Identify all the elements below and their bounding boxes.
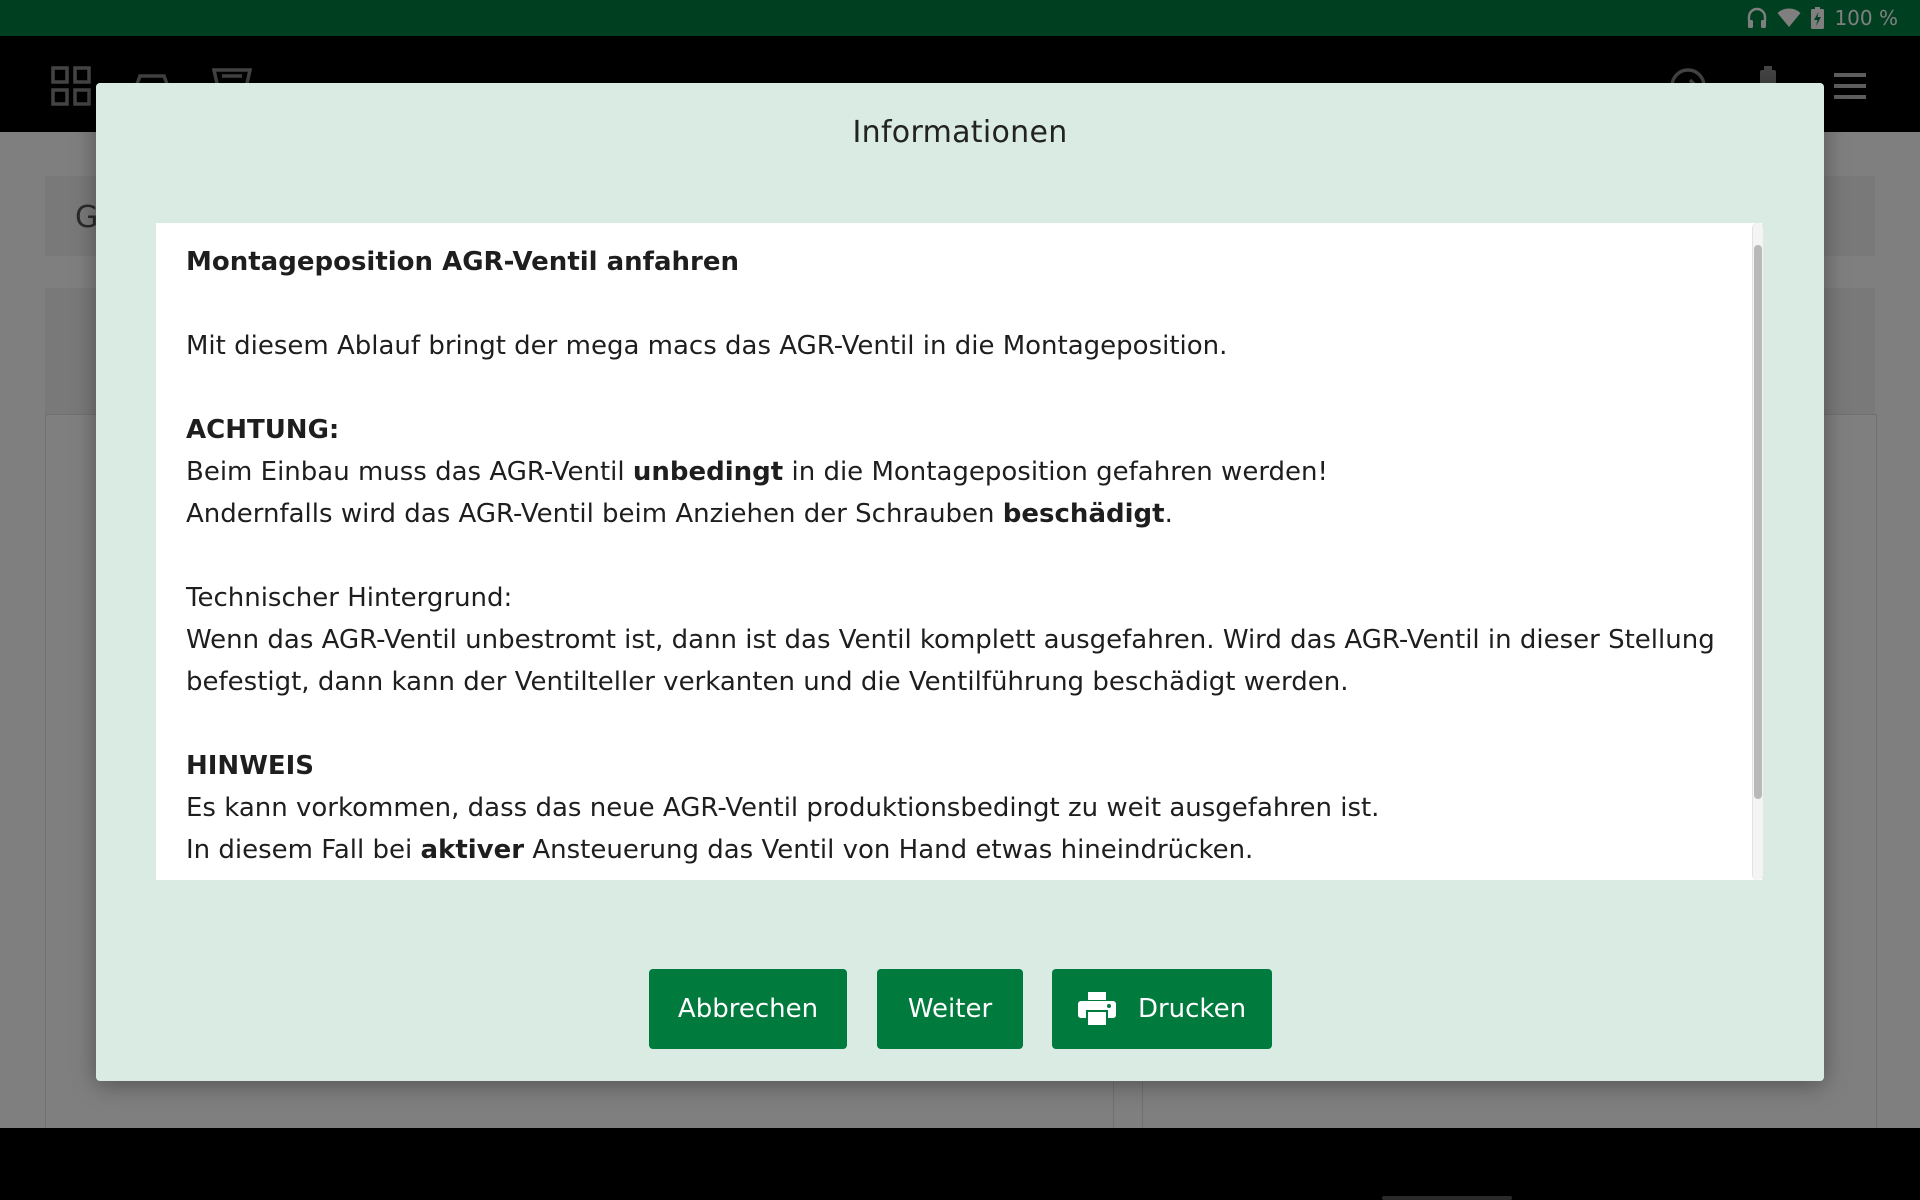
warning-line-2: Andernfalls wird das AGR-Ventil beim Anz… bbox=[186, 499, 1173, 529]
info-heading: Montageposition AGR-Ventil anfahren bbox=[186, 247, 740, 277]
note-line-1: Es kann vorkommen, dass das neue AGR-Ven… bbox=[186, 793, 1380, 823]
tech-text: Wenn das AGR-Ventil unbestromt ist, dann… bbox=[186, 625, 1715, 697]
cancel-button-label: Abbrechen bbox=[677, 994, 819, 1024]
print-button-label: Drucken bbox=[1137, 994, 1247, 1024]
info-text-box: Montageposition AGR-Ventil anfahren Mit … bbox=[156, 223, 1762, 880]
note-title: HINWEIS bbox=[186, 751, 315, 781]
info-intro: Mit diesem Ablauf bringt der mega macs d… bbox=[186, 331, 1228, 361]
next-button-label: Weiter bbox=[907, 994, 993, 1024]
tech-title: Technischer Hintergrund: bbox=[186, 583, 513, 613]
warning-line-1: Beim Einbau muss das AGR-Ventil unbeding… bbox=[186, 457, 1328, 487]
scrollbar[interactable] bbox=[1752, 223, 1763, 880]
printer-icon bbox=[1077, 992, 1116, 1026]
cancel-button[interactable]: Abbrechen bbox=[649, 969, 847, 1049]
info-dialog: Informationen Montageposition AGR-Ventil… bbox=[96, 83, 1824, 1081]
next-button[interactable]: Weiter bbox=[877, 969, 1023, 1049]
warning-title: ACHTUNG: bbox=[186, 415, 340, 445]
note-line-2: In diesem Fall bei aktiver Ansteuerung d… bbox=[186, 835, 1254, 865]
scrollbar-thumb[interactable] bbox=[1754, 245, 1762, 799]
print-button[interactable]: Drucken bbox=[1052, 969, 1272, 1049]
dialog-title: Informationen bbox=[852, 115, 1068, 150]
